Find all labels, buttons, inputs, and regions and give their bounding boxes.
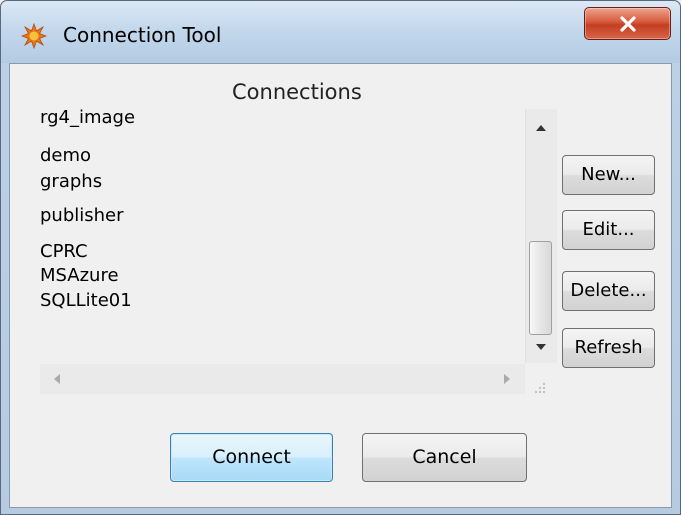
list-item[interactable]: demo — [40, 145, 91, 166]
starburst-app-icon — [20, 22, 48, 50]
window-title: Connection Tool — [63, 23, 222, 47]
list-item[interactable]: rg4_image — [40, 109, 135, 128]
horizontal-scrollbar[interactable] — [40, 364, 525, 394]
list-item[interactable]: CPRC — [40, 241, 88, 262]
connections-list: rg4_image demo graphs publisher CPRC MSA… — [40, 109, 520, 379]
list-item[interactable]: MSAzure — [40, 265, 119, 286]
connection-tool-window: Connection Tool Connections rg4_image de… — [0, 0, 681, 515]
close-icon — [620, 16, 636, 32]
refresh-button[interactable]: Refresh — [562, 328, 655, 368]
connections-listbox[interactable]: rg4_image demo graphs publisher CPRC MSA… — [40, 109, 556, 402]
vertical-scroll-thumb[interactable] — [529, 241, 552, 335]
cancel-button[interactable]: Cancel — [362, 433, 527, 482]
list-item[interactable]: graphs — [40, 171, 102, 192]
resize-grip-icon[interactable] — [534, 382, 546, 394]
vertical-scrollbar[interactable] — [525, 109, 557, 363]
dialog-client-area: Connections rg4_image demo graphs publis… — [9, 63, 672, 508]
scroll-down-arrow-icon[interactable] — [536, 344, 546, 350]
list-item[interactable]: publisher — [40, 205, 124, 226]
scroll-up-arrow-icon[interactable] — [536, 125, 546, 131]
scroll-right-arrow-icon[interactable] — [504, 374, 510, 384]
scroll-left-arrow-icon[interactable] — [54, 374, 60, 384]
new-button[interactable]: New... — [562, 155, 655, 195]
list-item[interactable]: SQLLite01 — [40, 290, 132, 311]
connections-heading: Connections — [232, 80, 362, 104]
close-button[interactable] — [584, 7, 671, 40]
delete-button[interactable]: Delete... — [562, 271, 655, 311]
title-bar[interactable]: Connection Tool — [1, 1, 680, 63]
connect-button[interactable]: Connect — [170, 433, 333, 482]
edit-button[interactable]: Edit... — [562, 210, 655, 250]
